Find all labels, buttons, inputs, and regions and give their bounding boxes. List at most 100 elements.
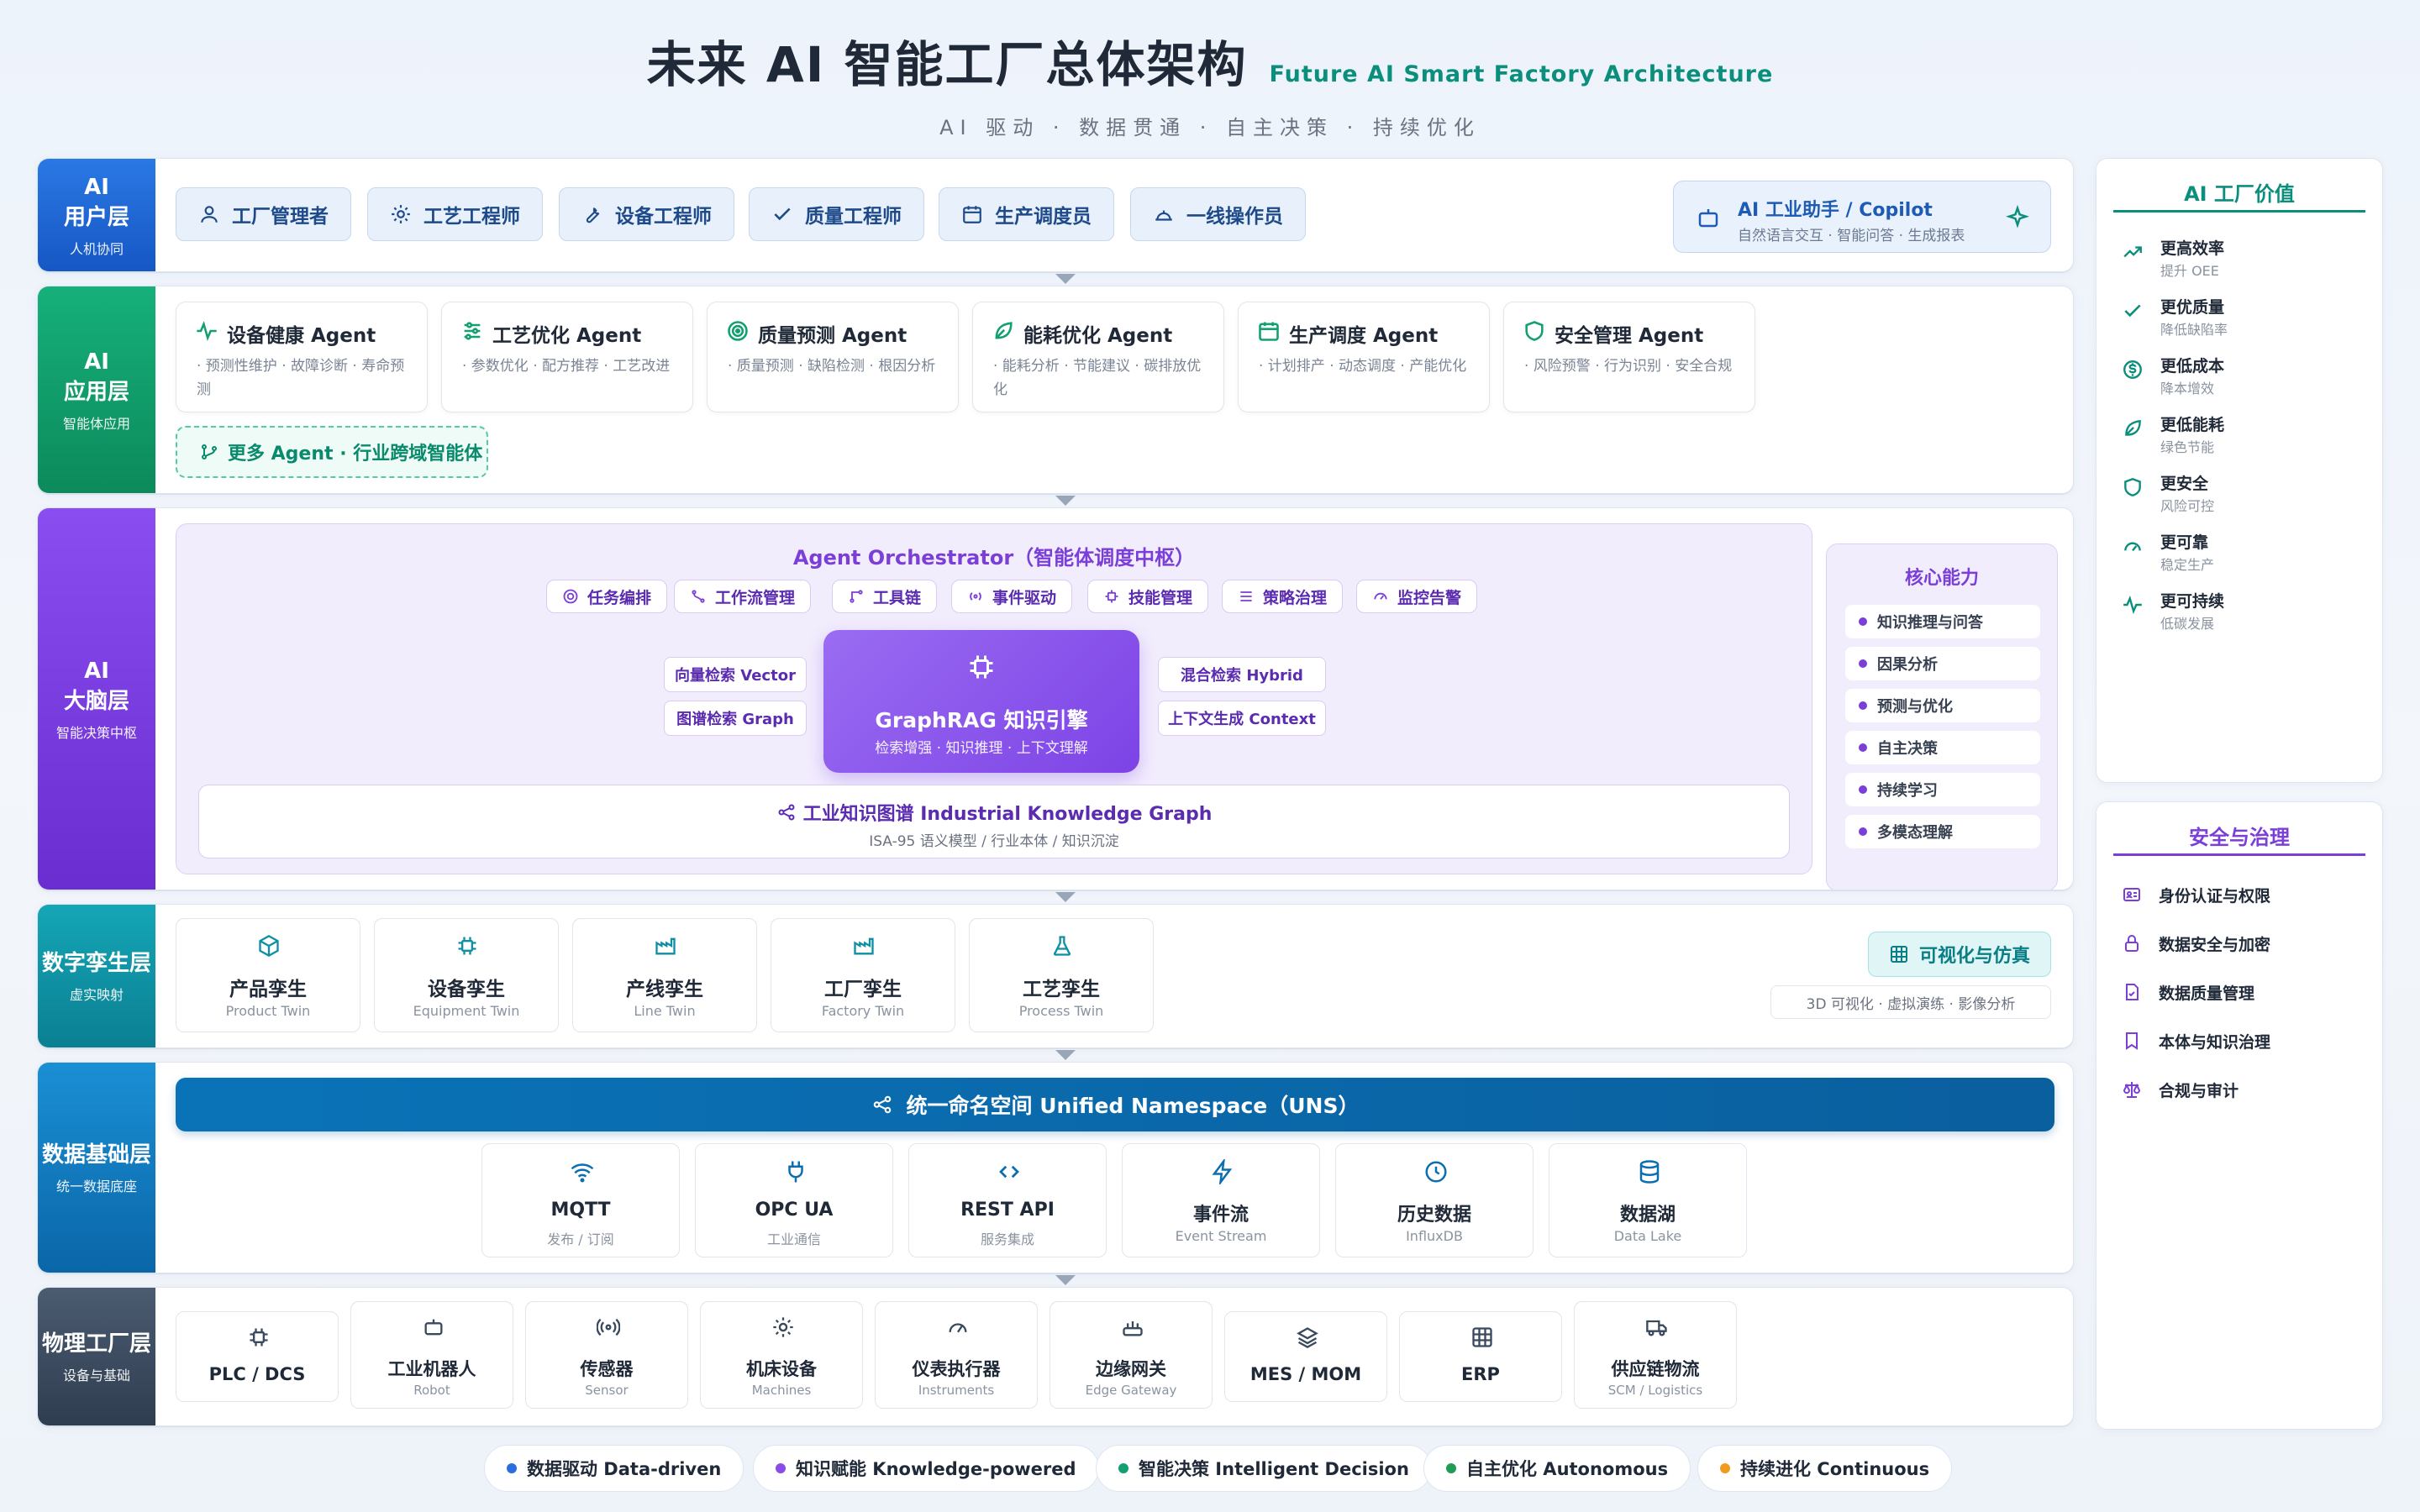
twin-factory[interactable]: 工厂孪生 Factory Twin — [771, 918, 955, 1032]
retrieval-context[interactable]: 上下文生成 Context — [1158, 701, 1326, 736]
sparkle-icon — [2006, 205, 2029, 228]
page-header: 未来 AI 智能工厂总体架构 Future AI Smart Factory A… — [0, 25, 2420, 140]
protocol-mqtt[interactable]: MQTT 发布 / 订阅 — [481, 1143, 680, 1257]
device-plc-dcs[interactable]: PLC / DCS — [176, 1311, 339, 1402]
more-agents-button[interactable]: 更多 Agent · 行业跨域智能体 — [176, 426, 488, 478]
flow-arrow — [1055, 496, 1076, 506]
check-icon — [2124, 304, 2141, 318]
device-robot[interactable]: 工业机器人 Robot — [350, 1301, 513, 1409]
role-equipment-engineer[interactable]: 设备工程师 — [559, 187, 734, 241]
protocol-event-stream[interactable]: 事件流 Event Stream — [1122, 1143, 1320, 1257]
device-supply-chain[interactable]: 供应链物流 SCM / Logistics — [1574, 1301, 1737, 1409]
pill-monitoring[interactable]: 监控告警 — [1356, 580, 1478, 613]
target-icon — [728, 321, 748, 341]
copilot-sub: 自然语言交互 · 智能问答 · 生成报表 — [1738, 228, 1965, 244]
device-title: 边缘网关 — [1096, 1359, 1166, 1379]
value-title: 更优质量 — [2160, 298, 2225, 317]
pill-label: 策略治理 — [1263, 588, 1328, 607]
device-edge-gateway[interactable]: 边缘网关 Edge Gateway — [1050, 1301, 1213, 1409]
retrieval-vector[interactable]: 向量检索 Vector — [664, 657, 807, 692]
trend-up-icon — [2123, 246, 2142, 258]
uns-label: 统一命名空间 Unified Namespace（UNS） — [906, 1094, 1360, 1118]
layer-user: AI 用户层 人机协同 工厂管理者 工艺工程师 设备工程师 质量工程师 生产调度… — [37, 158, 2074, 272]
twin-equipment[interactable]: 设备孪生 Equipment Twin — [374, 918, 559, 1032]
agent-quality-prediction[interactable]: 质量预测 Agent · 质量预测 · 缺陷检测 · 根因分析 — [707, 302, 959, 412]
agent-equipment-health[interactable]: 设备健康 Agent · 预测性维护 · 故障诊断 · 寿命预测 — [176, 302, 428, 412]
device-title: PLC / DCS — [208, 1364, 306, 1384]
agent-safety-management[interactable]: 安全管理 Agent · 风险预警 · 行为识别 · 安全合规 — [1503, 302, 1755, 412]
copilot-card[interactable]: AI 工业助手 / Copilot 自然语言交互 · 智能问答 · 生成报表 — [1673, 181, 2051, 253]
role-label: 工艺工程师 — [424, 206, 520, 228]
wrench-icon — [586, 207, 600, 223]
pill-label: 技能管理 — [1128, 588, 1193, 607]
pill-policy-governance[interactable]: 策略治理 — [1222, 580, 1344, 613]
role-factory-manager[interactable]: 工厂管理者 — [176, 187, 351, 241]
role-operator[interactable]: 一线操作员 — [1130, 187, 1306, 241]
value-title: 更安全 — [2160, 475, 2209, 493]
bookmark-icon — [2126, 1032, 2138, 1050]
layer-label-line1: 数字孪生层 — [41, 951, 151, 976]
protocol-sub: 服务集成 — [980, 1231, 1034, 1247]
value-title: 更低能耗 — [2160, 416, 2225, 434]
retrieval-hybrid[interactable]: 混合检索 Hybrid — [1158, 657, 1326, 692]
layer-physical-label: 物理工厂层 设备与基础 — [38, 1288, 155, 1425]
device-sensor[interactable]: 传感器 Sensor — [525, 1301, 688, 1409]
helmet-icon — [1155, 210, 1172, 221]
layer-label-line1: AI — [84, 175, 109, 200]
legend-dot — [507, 1463, 517, 1473]
pill-skill-management[interactable]: 技能管理 — [1087, 580, 1209, 613]
agent-title: 生产调度 Agent — [1289, 325, 1439, 347]
pill-toolchain[interactable]: 工具链 — [832, 580, 938, 613]
code-icon — [999, 1165, 1019, 1179]
twin-title: 工艺孪生 — [1023, 979, 1100, 1000]
branch-icon — [692, 590, 705, 603]
graphrag-engine[interactable]: GraphRAG 知识引擎 检索增强 · 知识推理 · 上下文理解 — [823, 630, 1139, 773]
factory-icon — [655, 937, 676, 955]
role-quality-engineer[interactable]: 质量工程师 — [749, 187, 924, 241]
protocol-data-lake[interactable]: 数据湖 Data Lake — [1549, 1143, 1747, 1257]
unified-namespace-bar[interactable]: 统一命名空间 Unified Namespace（UNS） — [176, 1078, 2054, 1131]
layer-label-line1: AI — [84, 349, 109, 375]
layer-label-sub: 统一数据底座 — [55, 1179, 137, 1194]
twin-sub: Line Twin — [634, 1003, 696, 1019]
legend-dot — [1720, 1463, 1730, 1473]
device-instruments[interactable]: 仪表执行器 Instruments — [875, 1301, 1038, 1409]
protocol-title: MQTT — [550, 1200, 611, 1221]
role-scheduler[interactable]: 生产调度员 — [939, 187, 1114, 241]
core-item: 因果分析 — [1845, 647, 2040, 680]
protocol-history[interactable]: 历史数据 InfluxDB — [1335, 1143, 1534, 1257]
sliders-icon — [464, 322, 481, 340]
agent-process-optimization[interactable]: 工艺优化 Agent · 参数优化 · 配方推荐 · 工艺改进 — [441, 302, 693, 412]
pill-label: 事件驱动 — [992, 588, 1057, 607]
layer-app: AI 应用层 智能体应用 设备健康 Agent · 预测性维护 · 故障诊断 ·… — [37, 286, 2074, 494]
device-machines[interactable]: 机床设备 Machines — [700, 1301, 863, 1409]
device-sub: Robot — [413, 1383, 450, 1398]
kg-title: 工业知识图谱 Industrial Knowledge Graph — [802, 804, 1213, 825]
orchestrator-title: Agent Orchestrator（智能体调度中枢） — [792, 546, 1196, 570]
pill-task-orchestration[interactable]: 任务编排 — [546, 580, 668, 613]
pill-workflow[interactable]: 工作流管理 — [674, 580, 812, 613]
core-item-label: 自主决策 — [1877, 740, 1938, 758]
cube-icon — [259, 934, 279, 958]
visualization-simulation-button[interactable]: 可视化与仿真 — [1868, 932, 2051, 977]
viz-sub: 3D 可视化 · 虚拟演练 · 影像分析 — [1770, 985, 2051, 1019]
twin-product[interactable]: 产品孪生 Product Twin — [176, 918, 360, 1032]
device-mes-mom[interactable]: MES / MOM — [1224, 1311, 1387, 1402]
device-erp[interactable]: ERP — [1399, 1311, 1562, 1402]
protocol-opcua[interactable]: OPC UA 工业通信 — [695, 1143, 893, 1257]
pulse-icon — [2123, 595, 2142, 615]
protocol-rest-api[interactable]: REST API 服务集成 — [908, 1143, 1107, 1257]
id-card-icon — [2123, 888, 2140, 901]
role-process-engineer[interactable]: 工艺工程师 — [367, 187, 543, 241]
branch-icon — [202, 444, 217, 459]
pill-event-driven[interactable]: 事件驱动 — [951, 580, 1073, 613]
twin-line[interactable]: 产线孪生 Line Twin — [572, 918, 757, 1032]
agent-production-scheduling[interactable]: 生产调度 Agent · 计划排产 · 动态调度 · 产能优化 — [1238, 302, 1490, 412]
retrieval-graph[interactable]: 图谱检索 Graph — [664, 701, 807, 736]
agent-energy-optimization[interactable]: 能耗优化 Agent · 能耗分析 · 节能建议 · 碳排放优化 — [972, 302, 1224, 412]
sliders-icon — [1240, 591, 1252, 601]
file-check-icon — [2126, 984, 2139, 1000]
knowledge-graph[interactable]: 工业知识图谱 Industrial Knowledge Graph ISA-95… — [198, 785, 1790, 858]
twin-process[interactable]: 工艺孪生 Process Twin — [969, 918, 1154, 1032]
calendar-icon — [1259, 322, 1279, 341]
